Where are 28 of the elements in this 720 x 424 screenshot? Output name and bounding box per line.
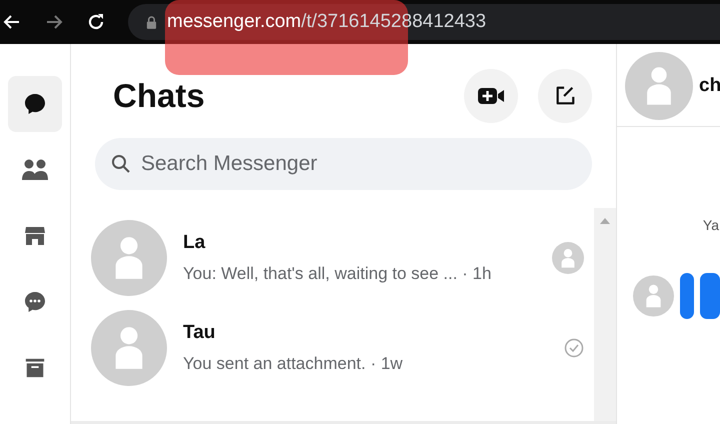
search-field[interactable]: Search Messenger xyxy=(95,138,592,190)
chat-bubble-icon xyxy=(23,92,47,116)
contact-name: La xyxy=(183,232,206,254)
message-bubble xyxy=(680,273,694,319)
video-camera-plus-icon xyxy=(476,86,506,106)
avatar-icon xyxy=(91,220,167,296)
search-input[interactable]: Search Messenger xyxy=(139,151,543,177)
message-preview: You: Well, that's all, waiting to see ... · 1h xyxy=(183,264,492,284)
chat-list-item[interactable]: La You: Well, that's all, waiting to see ... · 1h xyxy=(91,218,594,298)
chat-list-item[interactable]: Tau You sent an attachment. · 1w xyxy=(91,308,594,388)
avatar-icon xyxy=(91,310,167,386)
lock-icon xyxy=(146,16,157,28)
chat-dots-icon xyxy=(23,290,47,314)
compose-icon xyxy=(554,85,576,107)
contact-name: Tau xyxy=(183,322,216,344)
reload-icon[interactable] xyxy=(86,12,106,32)
people-icon xyxy=(20,158,50,182)
contact-name: ch xyxy=(699,75,720,97)
message-bubble xyxy=(700,273,720,319)
chats-title: Chats xyxy=(113,77,205,115)
sidebar-item[interactable] xyxy=(8,76,62,132)
scrollbar[interactable] xyxy=(594,208,616,421)
avatar-icon xyxy=(625,52,693,120)
archive-box-icon xyxy=(24,356,46,380)
message-text: Ya xyxy=(702,217,719,233)
search-icon xyxy=(111,154,131,174)
message-preview: You sent an attachment. · 1w xyxy=(183,354,404,374)
storefront-icon xyxy=(23,224,47,248)
